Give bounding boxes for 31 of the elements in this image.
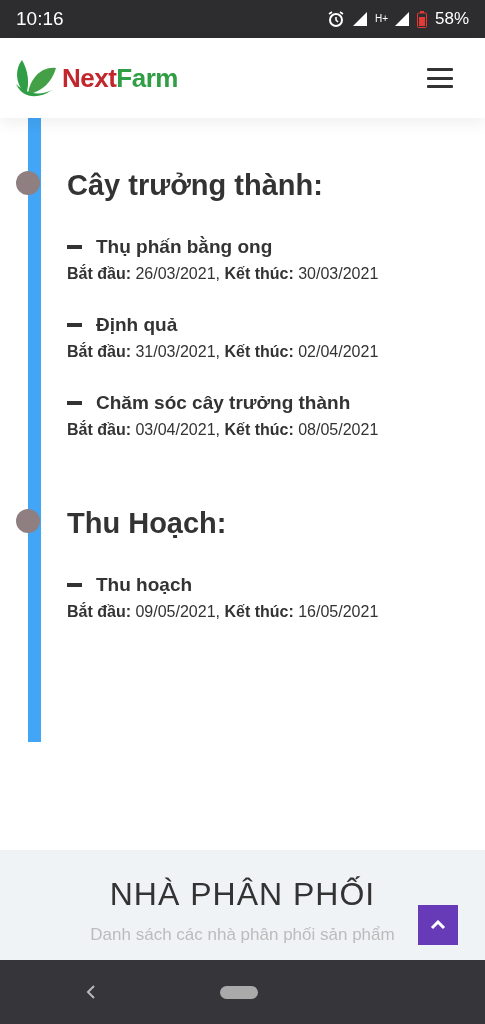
- stage-title: Cây trưởng thành:: [67, 168, 324, 203]
- timeline-dot: [16, 171, 40, 195]
- task-dates: Bắt đầu: 03/04/2021, Kết thúc: 08/05/2021: [67, 419, 380, 440]
- signal-icon: [352, 12, 367, 26]
- signal-icon: [394, 12, 409, 26]
- dash-icon: [67, 401, 82, 405]
- task-dates: Bắt đầu: 09/05/2021, Kết thúc: 16/05/2021: [67, 601, 380, 622]
- dash-icon: [67, 583, 82, 587]
- task-name: Định quả: [96, 313, 178, 337]
- alarm-icon: [326, 10, 345, 28]
- menu-button[interactable]: [427, 68, 453, 88]
- home-button[interactable]: [220, 985, 258, 999]
- battery-percent: 58%: [434, 9, 469, 29]
- clock-time: 10:16: [16, 8, 65, 30]
- task-name: Chăm sóc cây trưởng thành: [96, 391, 351, 415]
- task-name: Thu hoạch: [96, 573, 193, 597]
- network-type: H+: [374, 14, 387, 24]
- brand-logo-text[interactable]: NextFarm: [62, 62, 178, 94]
- task-name: Thụ phấn bằng ong: [96, 235, 273, 259]
- section-title: NHÀ PHÂN PHỐI: [109, 876, 376, 913]
- battery-icon: [416, 10, 427, 28]
- dash-icon: [67, 323, 82, 327]
- chevron-up-icon: [430, 920, 446, 930]
- task-dates: Bắt đầu: 26/03/2021, Kết thúc: 30/03/2021: [67, 263, 380, 284]
- section-subtitle: Danh sách các nhà phân phối sản phẩm: [90, 925, 395, 945]
- task-dates: Bắt đầu: 31/03/2021, Kết thúc: 02/04/2021: [67, 341, 380, 362]
- stage-title: Thu Hoạch:: [67, 506, 228, 541]
- dash-icon: [67, 245, 82, 249]
- back-to-top-button[interactable]: [418, 905, 458, 945]
- timeline-dot: [16, 509, 40, 533]
- back-icon[interactable]: [86, 985, 96, 999]
